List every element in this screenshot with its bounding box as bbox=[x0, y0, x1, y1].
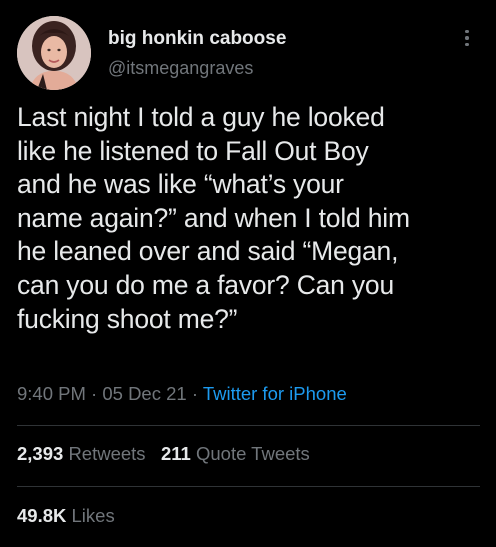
likes-label: Likes bbox=[71, 505, 115, 526]
quote-tweets-label: Quote Tweets bbox=[195, 443, 310, 464]
retweets-count: 2,393 bbox=[17, 443, 64, 464]
avatar[interactable] bbox=[17, 16, 91, 90]
quote-tweets-stat[interactable]: 211 Quote Tweets bbox=[161, 443, 310, 464]
engagement-stats: 2,393 Retweets 211 Quote Tweets bbox=[17, 443, 310, 465]
likes-stats: 49.8K Likes bbox=[17, 505, 115, 527]
author-display-name[interactable]: big honkin caboose bbox=[108, 28, 286, 50]
divider bbox=[17, 425, 480, 426]
tweet-metadata: 9:40 PM · 05 Dec 21 · Twitter for iPhone bbox=[17, 383, 347, 405]
divider bbox=[17, 486, 480, 487]
more-options-icon[interactable] bbox=[456, 24, 478, 52]
tweet-time[interactable]: 9:40 PM bbox=[17, 383, 86, 404]
likes-count: 49.8K bbox=[17, 505, 67, 526]
retweets-label: Retweets bbox=[68, 443, 146, 464]
tweet-text: Last night I told a guy he looked like h… bbox=[17, 102, 410, 334]
tweet-source-link[interactable]: Twitter for iPhone bbox=[203, 383, 347, 404]
avatar-photo bbox=[17, 16, 91, 90]
retweets-stat[interactable]: 2,393 Retweets bbox=[17, 443, 146, 464]
author-handle[interactable]: @itsmegangraves bbox=[108, 58, 253, 79]
meta-separator: · bbox=[186, 383, 203, 404]
meta-separator: · bbox=[85, 383, 103, 404]
tweet-date[interactable]: 05 Dec 21 bbox=[102, 383, 186, 404]
likes-stat[interactable]: 49.8K Likes bbox=[17, 505, 115, 526]
quote-tweets-count: 211 bbox=[160, 443, 191, 464]
